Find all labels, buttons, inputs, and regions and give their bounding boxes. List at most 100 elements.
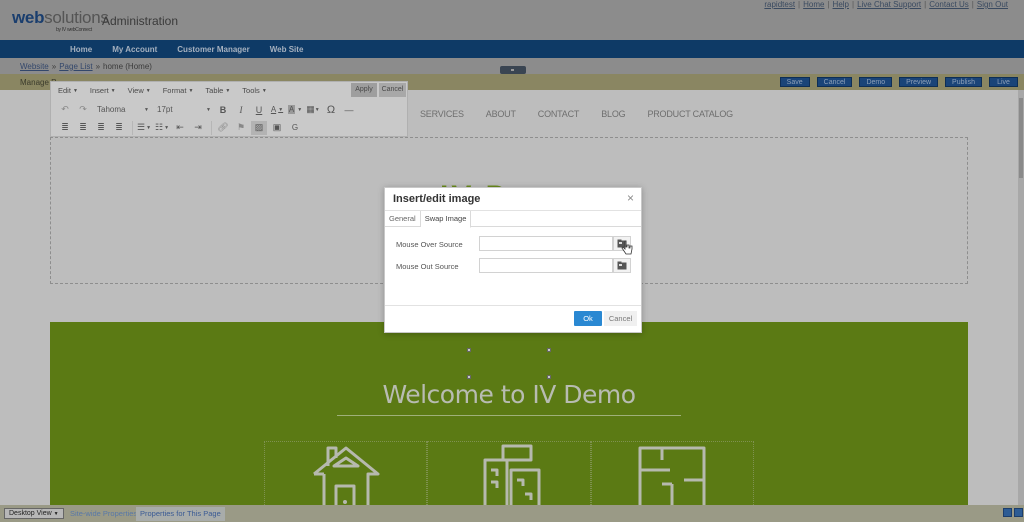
mouse-over-source-input[interactable] [479,236,613,251]
bold-icon[interactable]: B [215,103,231,117]
numbered-list-icon[interactable]: ☷ ▼ [154,121,170,135]
scrollbar-thumb[interactable] [1019,98,1023,178]
breadcrumb-website[interactable]: Website [20,62,49,71]
tab-general[interactable]: General [385,211,421,226]
bookmark-icon[interactable]: ⚑ [233,121,249,135]
menu-format[interactable]: Format ▼ [163,86,194,95]
browse-mouse-out-button[interactable] [613,258,631,273]
feature-cell[interactable] [427,441,591,505]
menu-tools[interactable]: Tools ▼ [242,86,266,95]
menu-label: View [127,86,144,95]
menu-label: Table [205,86,224,95]
user-link[interactable]: rapidtest [764,0,795,9]
site-nav-product-catalog[interactable]: PRODUCT CATALOG [647,109,733,119]
nav-customer-manager[interactable]: Customer Manager [177,45,249,54]
indent-icon[interactable]: ⇥ [190,121,206,135]
top-links: rapidtest | Home | Help | Live Chat Support… [764,0,1008,9]
outdent-icon[interactable]: ⇤ [172,121,188,135]
undo-icon[interactable]: ↶ [57,103,73,117]
font-size-select[interactable]: 17pt ▼ [153,103,215,117]
justify-icon[interactable]: ≣ [111,121,127,135]
home-link[interactable]: Home [803,0,824,9]
websolutions-logo[interactable]: websolutions by IV webConnect [12,8,109,33]
collapse-header-toggle[interactable] [500,66,526,74]
menu-view[interactable]: View ▼ [128,86,151,95]
menu-label: Edit [58,86,71,95]
caret-down-icon: ▼ [206,106,211,113]
toolbar-row-1: ↶ ↷ Tahoma ▼ 17pt ▼ B I U A ▼ A ▼ ▦ ▼ Ω — [51,101,407,118]
google-icon[interactable]: G [287,121,303,135]
bullet-list-icon[interactable]: ☰ ▼ [136,121,152,135]
ok-button[interactable]: Ok [574,311,602,326]
menu-table[interactable]: Table ▼ [205,86,230,95]
image-icon[interactable]: ▨ [251,120,267,135]
breadcrumb-page-list[interactable]: Page List [59,62,92,71]
main-nav: Home My Account Customer Manager Web Sit… [0,40,1024,58]
align-center-icon[interactable]: ≣ [75,121,91,135]
view-mode-select[interactable]: Desktop View ▼ [4,508,64,519]
text-color-icon[interactable]: A ▼ [269,103,285,117]
site-nav-blog[interactable]: BLOG [601,109,625,119]
demo-button[interactable]: Demo [859,77,893,87]
minimize-panel-button[interactable] [1003,508,1012,517]
link-icon[interactable]: 🔗︎ [215,121,231,135]
nav-my-account[interactable]: My Account [112,45,157,54]
cancel-button[interactable]: Cancel [816,77,853,87]
menu-insert[interactable]: Insert ▼ [90,86,116,95]
logo-subtitle: by IV webConnect [56,27,92,33]
resize-handle[interactable] [547,375,551,379]
feature-cell[interactable] [590,441,754,505]
redo-icon[interactable]: ↷ [75,103,91,117]
contact-us-link[interactable]: Contact Us [929,0,969,9]
divider: | [798,0,801,9]
background-color-icon[interactable]: A ▼ [287,103,303,117]
tab-properties-for-this-page[interactable]: Properties for This Page [136,507,225,521]
font-family-select[interactable]: Tahoma ▼ [93,103,153,117]
horizontal-rule-icon[interactable]: — [341,103,357,117]
feature-row [264,441,754,505]
restore-panel-button[interactable] [1014,508,1023,517]
special-character-icon[interactable]: Ω [323,103,339,117]
align-left-icon[interactable]: ≣ [57,121,73,135]
preview-button[interactable]: Preview [899,77,939,87]
help-link[interactable]: Help [833,0,849,9]
font-size-value: 17pt [157,105,173,114]
dialog-cancel-button[interactable]: Cancel [604,311,637,326]
site-nav-contact[interactable]: CONTACT [538,109,580,119]
align-right-icon[interactable]: ≣ [93,121,109,135]
site-nav: SERVICES ABOUT CONTACT BLOG PRODUCT CATA… [420,109,733,119]
caret-down-icon: ▼ [145,88,151,95]
italic-icon[interactable]: I [233,103,249,117]
nav-home[interactable]: Home [70,45,92,54]
dialog-tabs: General Swap Image [385,211,641,228]
editor-apply-button[interactable]: Apply [351,83,377,97]
site-nav-services[interactable]: SERVICES [420,109,464,119]
toolbar-divider [132,120,133,135]
underline-icon[interactable]: U [251,103,267,117]
mouse-out-source-input[interactable] [479,258,613,273]
publish-button[interactable]: Publish [945,77,982,87]
site-nav-about[interactable]: ABOUT [486,109,516,119]
tab-swap-image[interactable]: Swap Image [420,211,472,228]
logo-solutions-text: solutions [44,8,109,27]
nav-web-site[interactable]: Web Site [270,45,304,54]
toolbar-row-2: ≣ ≣ ≣ ≣ ☰ ▼ ☷ ▼ ⇤ ⇥ 🔗︎ ⚑ ▨ ▣ G [51,119,407,136]
sign-out-link[interactable]: Sign Out [977,0,1008,9]
breadcrumb-separator: » [95,61,101,71]
feature-cell[interactable] [264,441,428,505]
live-button[interactable]: Live [989,77,1018,87]
resize-handle[interactable] [467,348,471,352]
resize-handle[interactable] [547,348,551,352]
menu-label: Tools [242,86,260,95]
menu-edit[interactable]: Edit ▼ [58,86,78,95]
hero-title[interactable]: Welcome to IV Demo [0,380,1018,409]
editor-cancel-button[interactable]: Cancel [379,83,406,97]
close-icon[interactable]: × [627,191,634,205]
save-button[interactable]: Save [779,77,810,87]
logo-web-text: web [12,8,45,27]
tab-site-wide-properties[interactable]: Site-wide Properties [66,507,141,521]
live-chat-link[interactable]: Live Chat Support [857,0,921,9]
table-icon[interactable]: ▦ ▼ [305,103,321,117]
media-icon[interactable]: ▣ [269,121,285,135]
resize-handle[interactable] [467,375,471,379]
